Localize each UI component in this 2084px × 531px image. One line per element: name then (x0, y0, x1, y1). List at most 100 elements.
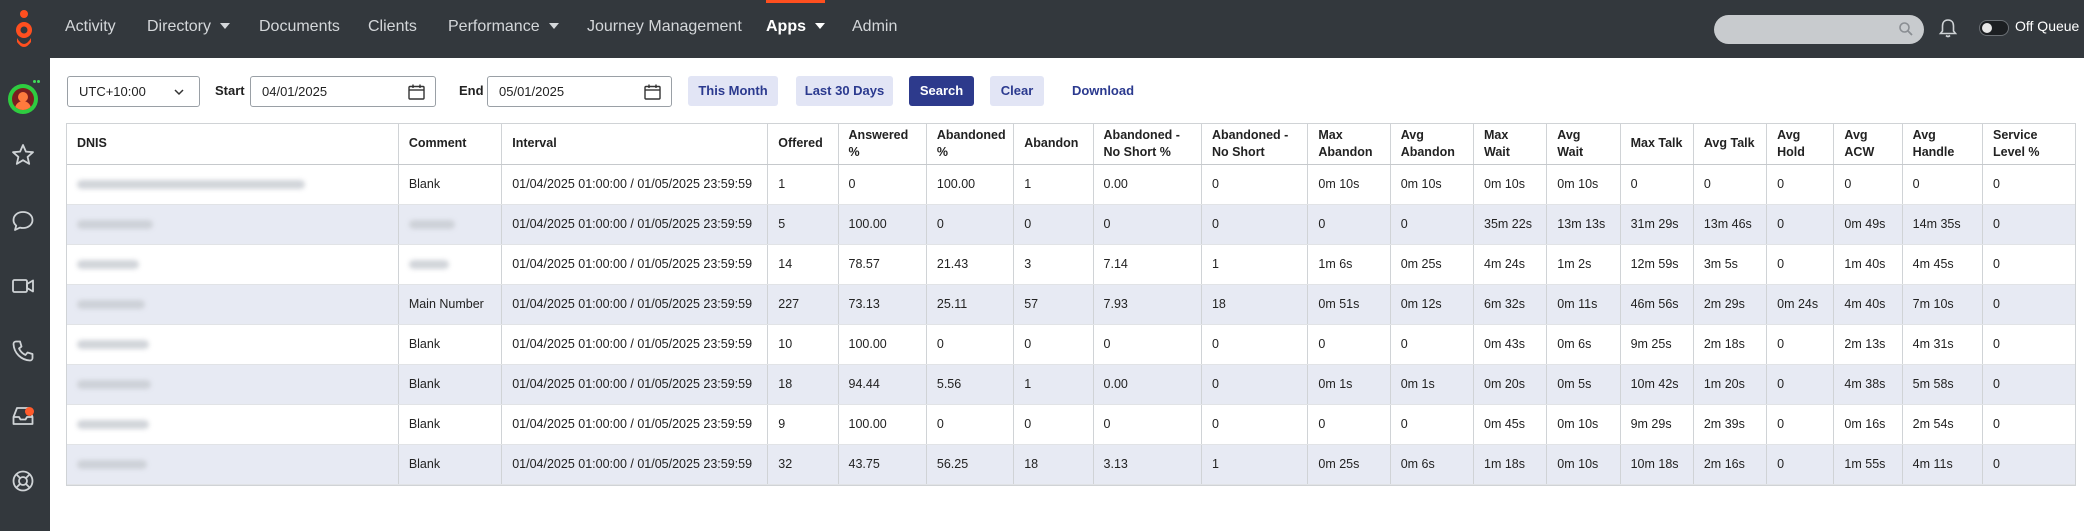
table-cell: 5.56 (926, 364, 1015, 405)
table-cell: 0 (1766, 364, 1835, 405)
column-header[interactable]: Abandon (1013, 124, 1094, 165)
table-cell: 5m 58s (1902, 364, 1983, 405)
table-cell: 0 (1982, 284, 2075, 325)
avatar[interactable] (8, 84, 38, 114)
clear-button[interactable]: Clear (990, 76, 1044, 106)
end-date-input[interactable]: 05/01/2025 (487, 76, 672, 107)
table-row[interactable]: Blank 01/04/2025 01:00:00 / 01/05/2025 23… (67, 324, 2075, 365)
column-header[interactable]: Max Wait (1473, 124, 1548, 165)
column-header[interactable]: Abandoned - No Short (1201, 124, 1309, 165)
genesys-logo-icon[interactable] (13, 8, 35, 50)
chevron-down-icon (815, 22, 825, 29)
column-header[interactable]: Comment (398, 124, 503, 165)
column-header[interactable]: Max Abandon (1307, 124, 1391, 165)
table-cell: 0 (926, 324, 1015, 365)
nav-item-directory[interactable]: Directory (147, 0, 231, 58)
table-cell: 0m 49s (1833, 204, 1903, 245)
table-cell: 0 (1201, 364, 1309, 405)
start-label: Start (215, 83, 245, 98)
column-header[interactable]: Max Talk (1620, 124, 1694, 165)
table-cell: 1m 40s (1833, 244, 1903, 285)
timezone-select[interactable]: UTC+10:00 (67, 76, 200, 107)
table-header-row: DNIS Comment Interval Offered Answered % Aban… (67, 124, 2075, 165)
redacted-dnis (77, 420, 149, 430)
nav-item-journey-management[interactable]: Journey Management (587, 0, 742, 58)
nav-item-clients[interactable]: Clients (368, 0, 417, 58)
table-cell: 0m 6s (1390, 444, 1475, 485)
column-header[interactable]: Offered (767, 124, 839, 165)
dnis-cell (67, 444, 399, 485)
column-header[interactable]: Avg Wait (1546, 124, 1621, 165)
table-cell: 3m 5s (1693, 244, 1768, 285)
table-cell: 0m 5s (1546, 364, 1621, 405)
table-row[interactable]: Blank 01/04/2025 01:00:00 / 01/05/2025 23… (67, 444, 2075, 485)
table-cell: 4m 24s (1473, 244, 1548, 285)
nav-item-performance[interactable]: Performance (448, 0, 559, 58)
last-30-days-button[interactable]: Last 30 Days (796, 76, 893, 106)
table-cell: 4m 45s (1902, 244, 1983, 285)
chat-icon[interactable] (10, 208, 36, 234)
table-row[interactable]: Blank 01/04/2025 01:00:00 / 01/05/2025 23… (67, 164, 2075, 205)
table-cell: 0 (1201, 204, 1309, 245)
nav-item-activity[interactable]: Activity (65, 0, 116, 58)
calendar-icon[interactable] (644, 84, 661, 100)
this-month-button[interactable]: This Month (688, 76, 778, 106)
dnis-report-table: DNIS Comment Interval Offered Answered % Aban… (66, 123, 2076, 486)
table-cell: 01/04/2025 01:00:00 / 01/05/2025 23:59:5… (501, 284, 769, 325)
nav-label: Apps (766, 18, 806, 35)
table-cell: 1 (767, 164, 839, 205)
star-icon[interactable] (10, 142, 36, 168)
column-header[interactable]: Service Level % (1982, 124, 2075, 165)
table-cell: 0 (1982, 204, 2075, 245)
column-header[interactable]: DNIS (67, 124, 399, 165)
phone-icon[interactable] (10, 338, 36, 364)
queue-toggle[interactable] (1979, 20, 2009, 36)
nav-item-documents[interactable]: Documents (259, 0, 340, 58)
column-header[interactable]: Abandoned % (926, 124, 1015, 165)
chevron-down-icon (174, 89, 184, 96)
start-date-input[interactable]: 04/01/2025 (250, 76, 436, 107)
table-row[interactable]: Blank 01/04/2025 01:00:00 / 01/05/2025 23… (67, 404, 2075, 445)
column-header[interactable]: Avg Abandon (1390, 124, 1475, 165)
table-cell: 18 (767, 364, 839, 405)
table-cell: 57 (1013, 284, 1094, 325)
redacted-dnis (77, 260, 139, 270)
column-header[interactable]: Avg Handle (1902, 124, 1983, 165)
help-icon[interactable] (10, 468, 36, 494)
nav-label: Directory (147, 18, 212, 35)
table-cell: 0 (1766, 324, 1835, 365)
table-row[interactable]: 01/04/2025 01:00:00 / 01/05/2025 23:59:5… (67, 204, 2075, 245)
table-cell: 0 (1201, 404, 1309, 445)
table-row[interactable]: Main Number 01/04/2025 01:00:00 / 01/05/2… (67, 284, 2075, 325)
table-cell: 2m 16s (1693, 444, 1768, 485)
video-icon[interactable] (10, 273, 36, 299)
redacted-comment (408, 220, 455, 230)
table-cell: 0 (1766, 204, 1835, 245)
bell-icon[interactable] (1938, 17, 1958, 39)
column-header[interactable]: Answered % (838, 124, 927, 165)
table-cell: 9m 29s (1620, 404, 1694, 445)
redacted-dnis (77, 220, 153, 230)
global-search-input[interactable] (1714, 15, 1924, 44)
redacted-dnis (77, 460, 147, 470)
column-header[interactable]: Abandoned - No Short % (1093, 124, 1202, 165)
table-cell: 1m 55s (1833, 444, 1903, 485)
table-row[interactable]: Blank 01/04/2025 01:00:00 / 01/05/2025 23… (67, 364, 2075, 405)
column-header[interactable]: Avg Hold (1766, 124, 1835, 165)
dnis-cell (67, 164, 399, 205)
table-cell: Main Number (398, 284, 503, 325)
nav-item-apps[interactable]: Apps (766, 0, 825, 58)
download-button[interactable]: Download (1064, 76, 1142, 106)
avatar-image (12, 88, 34, 110)
table-row[interactable]: 01/04/2025 01:00:00 / 01/05/2025 23:59:5… (67, 244, 2075, 285)
table-cell: 0m 1s (1390, 364, 1475, 405)
column-header[interactable]: Avg ACW (1833, 124, 1903, 165)
redacted-comment (408, 260, 449, 270)
table-cell: 13m 13s (1546, 204, 1621, 245)
table-cell: 0 (1982, 244, 2075, 285)
calendar-icon[interactable] (408, 84, 425, 100)
column-header[interactable]: Interval (501, 124, 769, 165)
column-header[interactable]: Avg Talk (1693, 124, 1768, 165)
nav-item-admin[interactable]: Admin (852, 0, 897, 58)
search-button[interactable]: Search (909, 76, 974, 106)
